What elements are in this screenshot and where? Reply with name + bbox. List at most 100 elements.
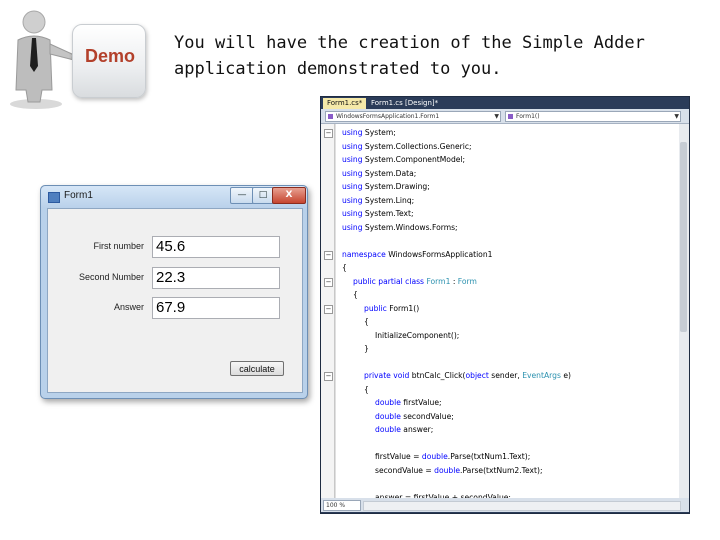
code-token: Form1() <box>386 303 420 313</box>
code-token: System.ComponentModel; <box>362 155 466 164</box>
code-token: } <box>364 344 369 353</box>
chevron-down-icon: ▼ <box>494 113 499 120</box>
collapse-icon[interactable]: − <box>324 304 333 314</box>
slide-line-1: You will have the creation of the Simple… <box>174 33 645 53</box>
code-line: { <box>364 315 369 329</box>
demo-label: Demo <box>84 46 135 66</box>
code-token: System.Linq; <box>362 195 415 205</box>
scrollbar-thumb[interactable] <box>680 142 687 332</box>
code-token: private <box>364 371 391 380</box>
code-token: double <box>421 452 448 461</box>
slide-line-2: application demonstrated to you. <box>174 59 502 79</box>
code-token: using <box>342 209 363 218</box>
code-token: double <box>375 425 401 434</box>
code-line: InitializeComponent(); <box>375 329 459 343</box>
code-line: using System.Text; <box>342 207 414 221</box>
code-token: secondValue = <box>375 465 435 475</box>
tab-form1-design[interactable]: Form1.cs [Design]* <box>367 98 442 109</box>
code-token: using <box>342 141 363 151</box>
code-token: public <box>353 276 376 286</box>
zoom-dropdown[interactable]: 100 % <box>323 500 361 511</box>
code-line: using System.Windows.Forms; <box>342 221 458 235</box>
code-editor[interactable]: using System; − using System.Collections.G… <box>321 124 679 498</box>
code-token: System.Text; <box>362 209 414 218</box>
answer-label: Answer <box>113 302 144 312</box>
code-token: InitializeComponent(); <box>375 330 460 340</box>
code-token: System; <box>362 128 396 137</box>
code-line: using System; <box>342 126 396 140</box>
code-token: .Parse(txtNum2.Text); <box>460 465 543 475</box>
collapse-icon[interactable]: − <box>324 277 333 287</box>
code-line: using System.Data; <box>342 167 416 181</box>
code-token: firstValue = <box>375 452 422 461</box>
member-dropdown-value: Form1() <box>516 113 540 120</box>
maximize-button[interactable]: □ <box>252 187 274 204</box>
member-dropdown[interactable]: Form1() ▼ <box>505 111 681 122</box>
code-line: using System.ComponentModel; <box>342 153 465 167</box>
form-title: Form1 <box>64 190 93 201</box>
form-titlebar[interactable]: Form1 — □ X <box>41 186 307 208</box>
ide-tab-strip: Form1.cs* Form1.cs [Design]* <box>321 97 689 109</box>
code-token: { <box>353 290 358 299</box>
class-dropdown-value: WindowsFormsApplication1.Form1 <box>336 113 440 120</box>
answer-input[interactable]: 67.9 <box>152 297 280 319</box>
code-token: class <box>405 276 425 286</box>
vertical-scrollbar[interactable] <box>679 124 689 498</box>
class-icon <box>328 114 333 119</box>
ide-navigation-bar: WindowsFormsApplication1.Form1 ▼ Form1()… <box>321 109 689 124</box>
code-token: { <box>342 263 347 272</box>
code-token: using <box>342 168 363 178</box>
second-number-input[interactable]: 22.3 <box>152 267 280 289</box>
tab-form1-code[interactable]: Form1.cs* <box>323 98 367 109</box>
code-line: public partial class Form1 : Form <box>353 275 477 289</box>
code-token: Form1 <box>426 276 451 286</box>
code-line: { <box>353 288 358 302</box>
code-line: double answer; <box>375 423 433 437</box>
code-token: using <box>342 195 363 205</box>
code-token: partial <box>378 276 403 286</box>
code-token: secondValue; <box>400 411 454 421</box>
code-line: public Form1() <box>364 302 419 316</box>
code-token: public <box>364 303 387 313</box>
first-number-input[interactable]: 45.6 <box>152 236 280 258</box>
form-app-icon <box>48 192 60 203</box>
collapse-icon[interactable]: − <box>324 250 333 260</box>
ide-bottom-bar: 100 % <box>321 498 689 512</box>
code-token: using <box>342 182 363 191</box>
ide-window: Form1.cs* Form1.cs [Design]* WindowsForm… <box>320 96 690 514</box>
collapse-icon[interactable]: − <box>324 372 333 381</box>
code-token: e) <box>560 371 571 380</box>
code-token: .Parse(txtNum1.Text); <box>447 452 531 461</box>
code-line: using System.Drawing; <box>342 180 430 194</box>
code-token: System.Drawing; <box>362 182 430 191</box>
first-number-label: First number <box>93 241 144 251</box>
code-line: using System.Collections.Generic; <box>342 140 472 154</box>
code-token: sender, <box>488 371 523 380</box>
code-line: answer = firstValue + secondValue; <box>375 491 511 499</box>
code-line: firstValue = double.Parse(txtNum1.Text); <box>375 450 530 464</box>
code-token: namespace <box>342 249 386 259</box>
code-token: object <box>465 371 489 380</box>
code-line: namespace WindowsFormsApplication1 <box>342 248 492 262</box>
horizontal-scrollbar[interactable] <box>363 501 681 511</box>
class-dropdown[interactable]: WindowsFormsApplication1.Form1 ▼ <box>325 111 501 122</box>
form1-window: Form1 — □ X First number 45.6 Second Num… <box>40 185 308 399</box>
code-token: firstValue; <box>400 398 442 407</box>
code-line: { <box>364 383 369 397</box>
code-token: using <box>342 155 363 164</box>
code-token: System.Windows.Forms; <box>362 222 458 232</box>
calculate-button[interactable]: calculate <box>230 361 284 376</box>
chevron-down-icon: ▼ <box>674 113 679 120</box>
minimize-button[interactable]: — <box>230 187 254 204</box>
code-token: { <box>364 317 369 326</box>
code-line: { <box>342 261 347 275</box>
code-line: double secondValue; <box>375 410 454 424</box>
code-line: double firstValue; <box>375 396 442 410</box>
code-line: secondValue = double.Parse(txtNum2.Text)… <box>375 464 543 478</box>
slide-description: You will have the creation of the Simple… <box>174 30 694 82</box>
close-button[interactable]: X <box>272 187 306 204</box>
code-token: double <box>375 398 401 407</box>
collapse-icon[interactable]: − <box>324 129 333 138</box>
form-client-area: First number 45.6 Second Number 22.3 Ans… <box>47 208 303 393</box>
demo-badge: Demo <box>0 0 170 116</box>
